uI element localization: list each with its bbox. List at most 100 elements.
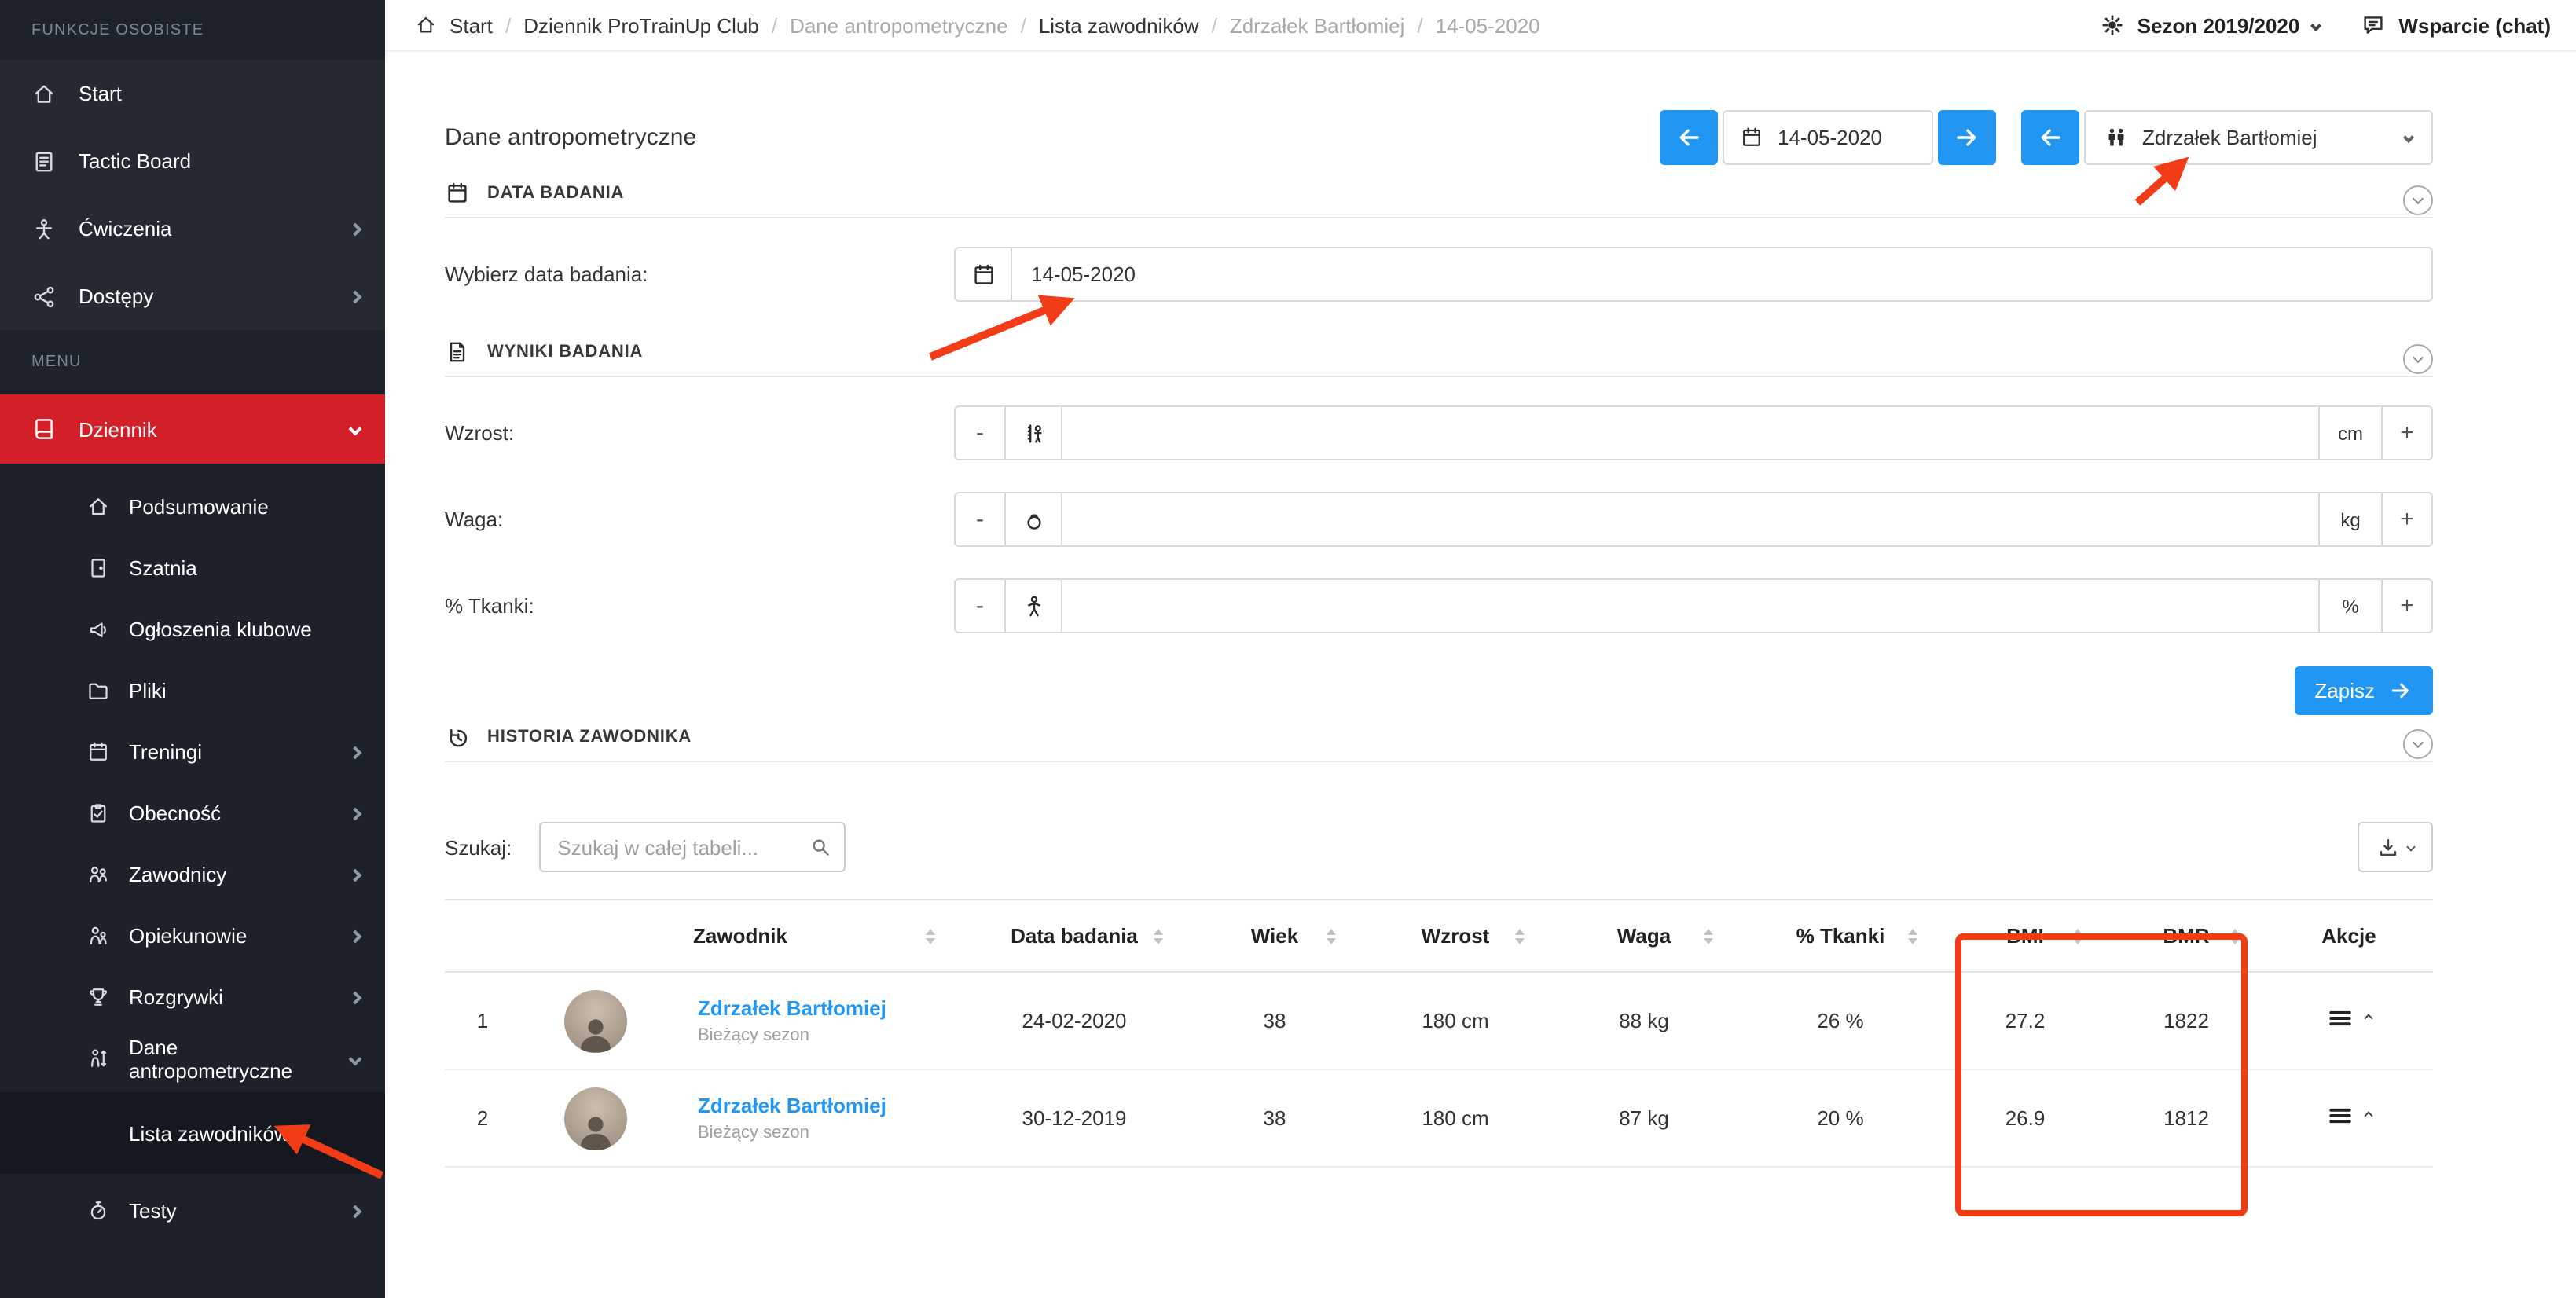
decrement-button[interactable]: - (956, 580, 1006, 632)
sidebar-item-podsumowanie[interactable]: Podsumowanie (0, 476, 385, 537)
column-header-zawodnik[interactable]: Zawodnik (520, 900, 960, 972)
sidebar-item-treningi[interactable]: Treningi (0, 721, 385, 783)
search-input[interactable] (538, 822, 845, 872)
chevron-down-icon (2406, 842, 2415, 851)
sidebar-item-lista-zawodnikow[interactable]: Lista zawodników (0, 1092, 385, 1174)
breadcrumb-item[interactable]: Lista zawodników (1039, 13, 1199, 37)
chevron-down-icon (349, 423, 362, 436)
bmi-cell: 27.2 (1943, 972, 2108, 1069)
column-header-wzrost[interactable]: Wzrost (1361, 900, 1550, 972)
breadcrumb-item[interactable]: Start (450, 13, 493, 37)
season-label: Sezon 2019/2020 (2137, 13, 2300, 37)
height-icon (1006, 407, 1062, 459)
sidebar-item-dane-antropometryczne[interactable]: Dane antropometryczne (0, 1028, 385, 1089)
chevron-right-icon (349, 290, 362, 303)
menu-icon (2326, 1102, 2354, 1130)
decrement-button[interactable]: - (956, 493, 1006, 545)
collapse-section-button[interactable] (2403, 185, 2433, 215)
increment-button[interactable]: + (2381, 407, 2431, 459)
tkanki-row: % Tkanki: - % + (445, 578, 2433, 633)
section-title: DATA BADANIA (487, 183, 624, 202)
date-display[interactable]: 14-05-2020 (1723, 110, 1933, 165)
search-label: Szukaj: (445, 835, 512, 859)
column-header-waga[interactable]: Waga (1550, 900, 1738, 972)
player-link[interactable]: Zdrzałek Bartłomiej (698, 996, 886, 1020)
column-header-data-badania[interactable]: Data badania (960, 900, 1188, 972)
export-button[interactable] (2358, 822, 2433, 872)
support-chat-button[interactable]: Wsparcie (chat) (2361, 13, 2551, 38)
column-header-bmi[interactable]: BMI (1943, 900, 2108, 972)
column-label: Waga (1617, 924, 1671, 948)
increment-button[interactable]: + (2381, 493, 2431, 545)
exam-date-cell: 24-02-2020 (960, 972, 1188, 1069)
bmi-cell: 26.9 (1943, 1069, 2108, 1167)
breadcrumb-separator: / (505, 13, 511, 37)
column-header-wiek[interactable]: Wiek (1188, 900, 1361, 972)
column-header-bmr[interactable]: BMR (2108, 900, 2265, 972)
sidebar-item-ogloszenia-klubowe[interactable]: Ogłoszenia klubowe (0, 599, 385, 660)
sidebar-item-testy[interactable]: Testy (0, 1180, 385, 1241)
table-row: 2 Zdrzałek Bartłomiej Bieżący sezon 30-1… (445, 1069, 2433, 1167)
sidebar-item-opiekunowie[interactable]: Opiekunowie (0, 905, 385, 966)
player-select[interactable]: Zdrzałek Bartłomiej (2084, 110, 2433, 165)
players-icon (86, 863, 110, 886)
section-header-data-badania: DATA BADANIA (445, 184, 2433, 218)
column-label: Wiek (1251, 924, 1298, 948)
exam-date-input-group (954, 247, 2433, 302)
season-label: Bieżący sezon (698, 1124, 886, 1142)
table-row: 1 Zdrzałek Bartłomiej Bieżący sezon 24-0… (445, 972, 2433, 1069)
prev-date-button[interactable] (1660, 110, 1718, 165)
sidebar-item-start[interactable]: Start (0, 60, 385, 127)
collapse-section-button[interactable] (2403, 344, 2433, 374)
increment-button[interactable]: + (2381, 580, 2431, 632)
chevron-right-icon (349, 1204, 362, 1218)
sort-icon (1154, 928, 1163, 944)
player-link[interactable]: Zdrzałek Bartłomiej (698, 1094, 886, 1117)
sidebar-item-szatnia[interactable]: Szatnia (0, 537, 385, 599)
decrement-button[interactable]: - (956, 407, 1006, 459)
column-header-tkanki[interactable]: % Tkanki (1738, 900, 1943, 972)
sidebar-item-tactic-board[interactable]: Tactic Board (0, 127, 385, 195)
row-index: 1 (445, 972, 520, 1069)
sidebar-item-cwiczenia[interactable]: Ćwiczenia (0, 195, 385, 262)
tkanki-input[interactable] (1062, 580, 2318, 632)
breadcrumb-item[interactable]: Dziennik ProTrainUp Club (523, 13, 759, 37)
stopwatch-icon (86, 1199, 110, 1223)
avatar (564, 1087, 627, 1150)
sidebar-dziennik-submenu: Podsumowanie Szatnia Ogłoszenia klubowe … (0, 464, 385, 1298)
waga-input[interactable] (1062, 493, 2318, 545)
home-icon (415, 14, 437, 36)
breadcrumb-separator: / (1417, 13, 1422, 37)
exercise-icon (31, 216, 57, 241)
gear-icon (2100, 13, 2125, 38)
collapse-section-button[interactable] (2403, 729, 2433, 759)
sort-icon (926, 928, 935, 944)
sidebar-item-label: Zawodnicy (129, 863, 332, 886)
save-button[interactable]: Zapisz (2294, 666, 2433, 715)
chevron-down-icon (2403, 132, 2414, 143)
sidebar-section-personal-label: FUNKCJE OSOBISTE (0, 0, 385, 60)
row-actions-button[interactable] (2326, 1004, 2372, 1032)
players-icon (2104, 126, 2128, 149)
row-actions-button[interactable] (2326, 1102, 2372, 1130)
sidebar-item-label: Rozgrywki (129, 985, 332, 1009)
next-date-button[interactable] (1938, 110, 1996, 165)
chevron-right-icon (349, 222, 362, 236)
sort-icon (2073, 928, 2082, 944)
wzrost-input[interactable] (1062, 407, 2318, 459)
sidebar-item-rozgrywki[interactable]: Rozgrywki (0, 966, 385, 1028)
exam-date-input[interactable] (1012, 248, 2431, 300)
sidebar-item-label: Dziennik (79, 417, 328, 441)
chevron-down-icon (2413, 352, 2424, 363)
bmr-cell: 1822 (2108, 972, 2265, 1069)
sidebar-item-dziennik[interactable]: Dziennik (0, 394, 385, 464)
sidebar-item-label: Ćwiczenia (79, 217, 328, 240)
prev-player-button[interactable] (2021, 110, 2079, 165)
calendar-icon (445, 180, 470, 205)
sidebar-item-obecnosc[interactable]: Obecność (0, 783, 385, 844)
breadcrumb-item: Zdrzałek Bartłomiej (1230, 13, 1405, 37)
sidebar-item-zawodnicy[interactable]: Zawodnicy (0, 844, 385, 905)
season-selector[interactable]: Sezon 2019/2020 (2100, 13, 2321, 38)
sidebar-item-dostepy[interactable]: Dostępy (0, 262, 385, 330)
sidebar-item-pliki[interactable]: Pliki (0, 660, 385, 721)
